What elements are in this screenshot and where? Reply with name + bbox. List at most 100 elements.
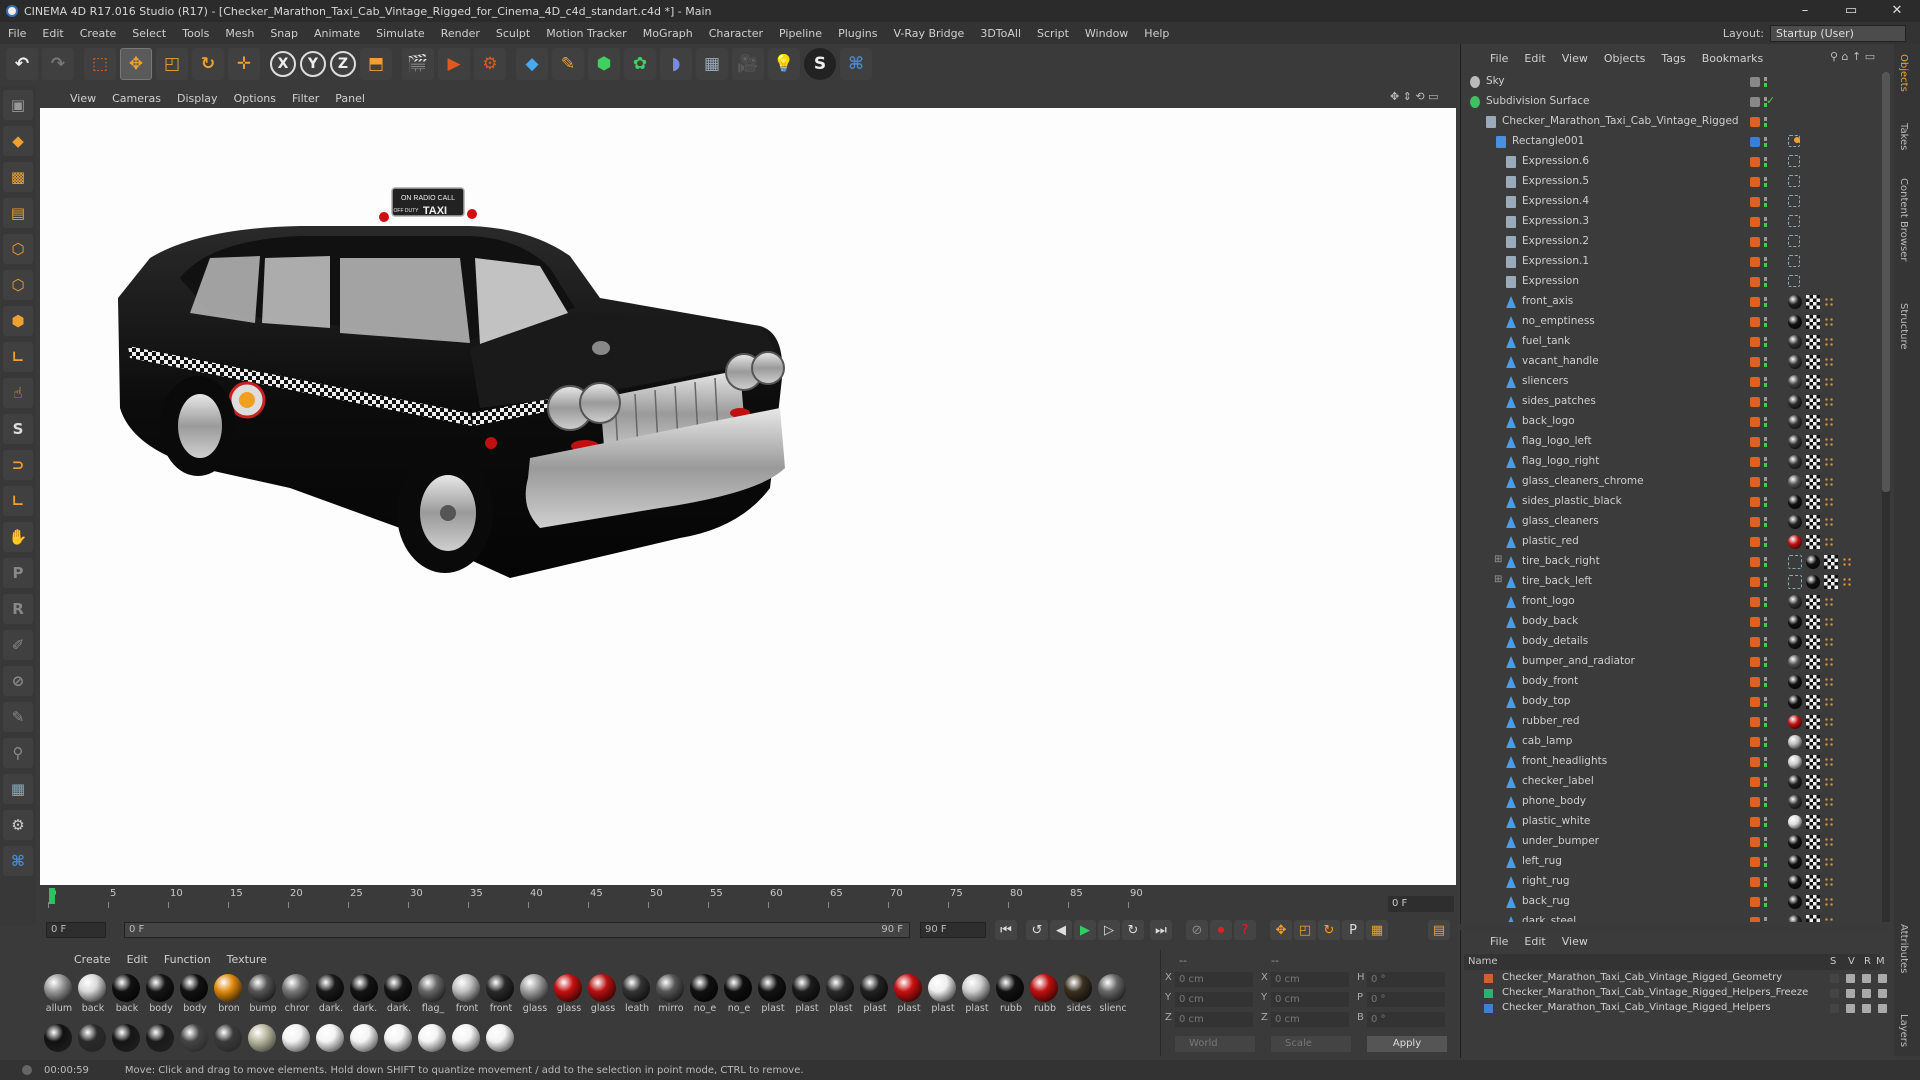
material-swatch[interactable]: mirro [654,974,686,1018]
render-picture-viewer-icon[interactable]: ▶ [438,48,470,80]
menu-item-script[interactable]: Script [1029,27,1077,40]
selection-tag-icon[interactable] [1824,837,1834,847]
visibility-dots-icon[interactable] [1764,777,1767,787]
material-swatch[interactable]: plast [824,974,856,1018]
layer-render-toggle-icon[interactable] [1862,989,1871,998]
uvw-tag-icon[interactable] [1806,735,1820,749]
edges-mode-icon[interactable]: ⬡ [3,270,33,300]
object-search-icon[interactable]: ⚲ ⌂ ↑ ▭ [1830,50,1875,63]
selection-tag-icon[interactable] [1824,617,1834,627]
visibility-dots-icon[interactable] [1764,617,1767,627]
menu-item-plugins[interactable]: Plugins [830,27,885,40]
visibility-dots-icon[interactable] [1764,377,1767,387]
uvw-tag-icon[interactable] [1806,415,1820,429]
uvw-tag-icon[interactable] [1806,695,1820,709]
visibility-dots-icon[interactable] [1764,817,1767,827]
material-swatch[interactable]: plast [756,974,788,1018]
layer-color-icon[interactable] [1750,97,1760,107]
layer-color-icon[interactable] [1750,897,1760,907]
key-position-icon[interactable]: ✥ [1270,920,1292,940]
layer-color-icon[interactable] [1750,677,1760,687]
layer-color-icon[interactable] [1750,457,1760,467]
sculpt-mask-icon[interactable]: ✎ [3,702,33,732]
xpresso-tag-icon[interactable] [1788,575,1802,589]
material-tag-icon[interactable] [1788,335,1802,349]
object-row[interactable]: ⊞ tire_back_right [1462,552,1882,572]
menu-item-3dtoall[interactable]: 3DToAll [972,27,1029,40]
uvw-tag-icon[interactable] [1806,675,1820,689]
layer-color-icon[interactable] [1750,157,1760,167]
uvw-tag-icon[interactable] [1806,875,1820,889]
material-menu-edit[interactable]: Edit [119,953,156,966]
object-scrollbar[interactable] [1882,72,1890,922]
uvw-tag-icon[interactable] [1806,775,1820,789]
material-swatch[interactable]: allum [42,974,74,1018]
viewport-menu-display[interactable]: Display [169,92,226,105]
material-tag-icon[interactable] [1788,695,1802,709]
coord-mode-dropdown[interactable]: World [1175,1036,1255,1052]
material-tag-icon[interactable] [1806,555,1820,569]
uvw-tag-icon[interactable] [1806,475,1820,489]
visibility-dots-icon[interactable] [1764,197,1767,207]
object-row[interactable]: Expression.6 [1462,152,1882,172]
material-tag-icon[interactable] [1788,675,1802,689]
object-row[interactable]: rubber_red [1462,712,1882,732]
sculpt-grab-icon[interactable]: ✋ [3,522,33,552]
layer-color-icon[interactable] [1750,137,1760,147]
layer-color-icon[interactable] [1750,577,1760,587]
visibility-dots-icon[interactable] [1764,697,1767,707]
layer-view-toggle-icon[interactable] [1846,1004,1855,1013]
play-icon[interactable]: ▶ [1074,920,1096,940]
visibility-dots-icon[interactable] [1764,677,1767,687]
object-row[interactable]: ⊞ tire_back_left [1462,572,1882,592]
layer-color-icon[interactable] [1750,777,1760,787]
layer-color-icon[interactable] [1750,917,1760,922]
size-z-field[interactable]: 0 cm [1271,1012,1349,1027]
menu-item-v-ray-bridge[interactable]: V-Ray Bridge [885,27,972,40]
layer-color-icon[interactable] [1750,737,1760,747]
visibility-dots-icon[interactable] [1764,297,1767,307]
layer-color-icon[interactable] [1750,837,1760,847]
object-row[interactable]: sliencers [1462,372,1882,392]
selection-tag-icon[interactable] [1824,417,1834,427]
subdivision-icon[interactable]: ⬢ [588,48,620,80]
material-swatch[interactable]: sides [1062,974,1094,1018]
side-tab-attributes[interactable]: Attributes [1898,924,1909,973]
material-swatch[interactable]: plast [892,974,924,1018]
layer-color-icon[interactable] [1750,437,1760,447]
go-to-end-icon[interactable]: ⏭ [1150,920,1172,940]
object-menu-bookmarks[interactable]: Bookmarks [1694,52,1771,65]
visibility-dots-icon[interactable] [1764,277,1767,287]
object-row[interactable]: Expression.3 [1462,212,1882,232]
material-tag-icon[interactable] [1788,735,1802,749]
layer-color-icon[interactable] [1750,337,1760,347]
transform-icon[interactable]: ✛ [228,48,260,80]
xpresso-tag-icon[interactable] [1788,155,1800,167]
layer-color-icon[interactable] [1750,757,1760,767]
side-tab-content-browser[interactable]: Content Browser [1898,178,1909,261]
object-row[interactable]: Subdivision Surface ✓ [1462,92,1882,112]
layer-color-icon[interactable] [1750,237,1760,247]
uvw-tag-icon[interactable] [1806,715,1820,729]
layer-color-icon[interactable] [1750,277,1760,287]
model-mode-icon[interactable]: ◆ [3,126,33,156]
hair-icon[interactable]: ⚙ [3,810,33,840]
layer-solo-toggle-icon[interactable] [1830,1004,1839,1013]
menu-item-mograph[interactable]: MoGraph [635,27,701,40]
sketch-icon[interactable]: S [804,48,836,80]
uvw-tag-icon[interactable] [1806,295,1820,309]
material-tag-icon[interactable] [1788,815,1802,829]
layer-color-icon[interactable] [1750,717,1760,727]
maximize-button[interactable]: ▭ [1828,0,1874,22]
layer-color-icon[interactable] [1750,317,1760,327]
visibility-dots-icon[interactable] [1764,437,1767,447]
material-swatch[interactable]: flag_ [416,974,448,1018]
object-row[interactable]: Checker_Marathon_Taxi_Cab_Vintage_Rigged [1462,112,1882,132]
material-tag-icon[interactable] [1788,395,1802,409]
key-scale-icon[interactable]: ◰ [1294,920,1316,940]
deformer-icon[interactable]: ◗ [660,48,692,80]
selection-tag-icon[interactable] [1824,897,1834,907]
rotation-b-field[interactable]: 0 ° [1367,1012,1445,1027]
material-swatch[interactable]: dark. [348,974,380,1018]
object-menu-objects[interactable]: Objects [1596,52,1654,65]
